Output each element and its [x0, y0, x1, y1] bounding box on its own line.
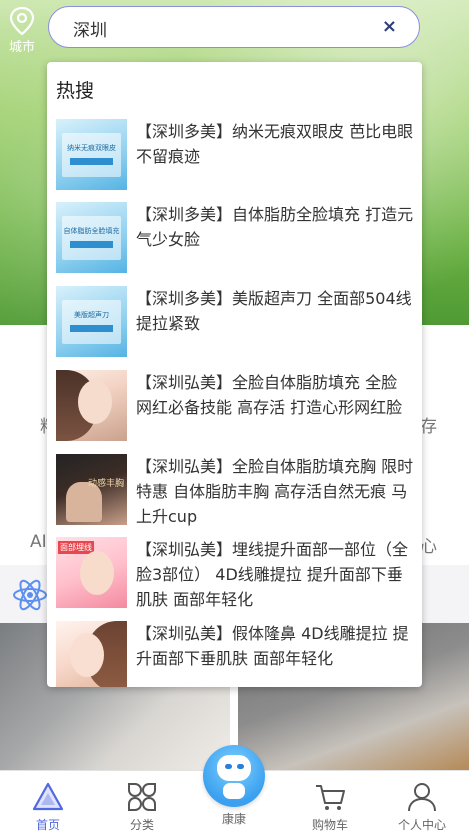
hot-search-item[interactable]: 纳米无痕双眼皮 【深圳多美】纳米无痕双眼皮 芭比电眼不留痕迹: [56, 119, 416, 197]
hot-search-item[interactable]: 美版超声刀 【深圳多美】美版超声刀 全面部504线 提拉紧致: [56, 286, 416, 364]
robot-icon: [217, 755, 251, 781]
city-label: 城市: [8, 40, 35, 55]
item-thumbnail: 动感丰胸: [56, 454, 127, 525]
thumb-caption: 纳米无痕双眼皮: [67, 144, 116, 152]
category-icon: [128, 783, 156, 811]
atom-icon: [13, 579, 47, 611]
location-pin-icon: [9, 6, 35, 36]
tab-cart-label: 购物车: [311, 818, 348, 832]
item-title: 【深圳弘美】全脸自体脂肪填充胸 限时特惠 自体脂肪丰胸 高存活自然无痕 马上升c…: [136, 457, 414, 526]
hot-search-item[interactable]: 【深圳弘美】假体隆鼻 4D线雕提拉 提升面部下垂肌肤 面部年轻化: [56, 621, 416, 687]
hot-search-dropdown: 热搜 纳米无痕双眼皮 【深圳多美】纳米无痕双眼皮 芭比电眼不留痕迹 自体脂肪全脸…: [47, 62, 422, 687]
hot-search-item[interactable]: 动感丰胸 【深圳弘美】全脸自体脂肪填充胸 限时特惠 自体脂肪丰胸 高存活自然无痕…: [56, 454, 416, 532]
cart-icon: [316, 785, 345, 810]
feature-label-left-2: AI: [30, 532, 47, 552]
tab-home[interactable]: 首页: [8, 771, 88, 835]
feature-label-right: 存: [420, 417, 437, 437]
feature-label-right-2: 心: [420, 537, 437, 557]
tab-profile-label: 个人中心: [397, 818, 446, 832]
thumb-caption: 面部埋线: [58, 541, 94, 554]
thumb-caption: 美版超声刀: [74, 311, 109, 319]
tab-category[interactable]: 分类: [102, 771, 182, 835]
item-title: 【深圳弘美】全脸自体脂肪填充 全脸 网红必备技能 高存活 打造心形网红脸: [136, 373, 403, 417]
thumb-caption: 自体脂肪全脸填充: [63, 227, 120, 235]
home-triangle-icon: [32, 782, 64, 811]
hot-search-title: 热搜: [56, 80, 95, 102]
city-selector[interactable]: 城市: [4, 6, 40, 55]
item-title: 【深圳多美】自体脂肪全脸填充 打造元气少女脸: [136, 205, 414, 249]
clear-icon[interactable]: ×: [382, 16, 397, 37]
item-title: 【深圳弘美】埋线提升面部一部位（全脸3部位） 4D线雕提拉 提升面部下垂肌肤 面…: [136, 540, 409, 609]
hot-search-item[interactable]: 自体脂肪全脸填充 【深圳多美】自体脂肪全脸填充 打造元气少女脸: [56, 202, 416, 280]
robot-assistant-button[interactable]: [203, 745, 265, 807]
item-thumbnail: 面部埋线: [56, 537, 127, 608]
item-title: 【深圳多美】美版超声刀 全面部504线 提拉紧致: [136, 289, 412, 333]
item-title: 【深圳多美】纳米无痕双眼皮 芭比电眼不留痕迹: [136, 122, 414, 166]
search-bar[interactable]: ×: [48, 6, 420, 48]
hot-search-item[interactable]: 【深圳弘美】全脸自体脂肪填充 全脸 网红必备技能 高存活 打造心形网红脸: [56, 370, 416, 448]
item-thumbnail: 纳米无痕双眼皮: [56, 119, 127, 190]
item-thumbnail: 美版超声刀: [56, 286, 127, 357]
tab-home-label: 首页: [35, 818, 60, 832]
user-icon: [408, 783, 436, 812]
search-input[interactable]: [71, 15, 375, 41]
item-thumbnail: [56, 621, 127, 687]
item-title: 【深圳弘美】假体隆鼻 4D线雕提拉 提升面部下垂肌肤 面部年轻化: [136, 624, 409, 668]
tab-robot-label: 康康: [221, 812, 246, 826]
tab-profile[interactable]: 个人中心: [382, 771, 462, 835]
hot-search-item[interactable]: 面部埋线 【深圳弘美】埋线提升面部一部位（全脸3部位） 4D线雕提拉 提升面部下…: [56, 537, 416, 615]
item-thumbnail: 自体脂肪全脸填充: [56, 202, 127, 273]
thumb-caption: 动感丰胸: [87, 479, 124, 489]
tab-category-label: 分类: [129, 818, 154, 832]
tab-cart[interactable]: 购物车: [290, 771, 370, 835]
item-thumbnail: [56, 370, 127, 441]
